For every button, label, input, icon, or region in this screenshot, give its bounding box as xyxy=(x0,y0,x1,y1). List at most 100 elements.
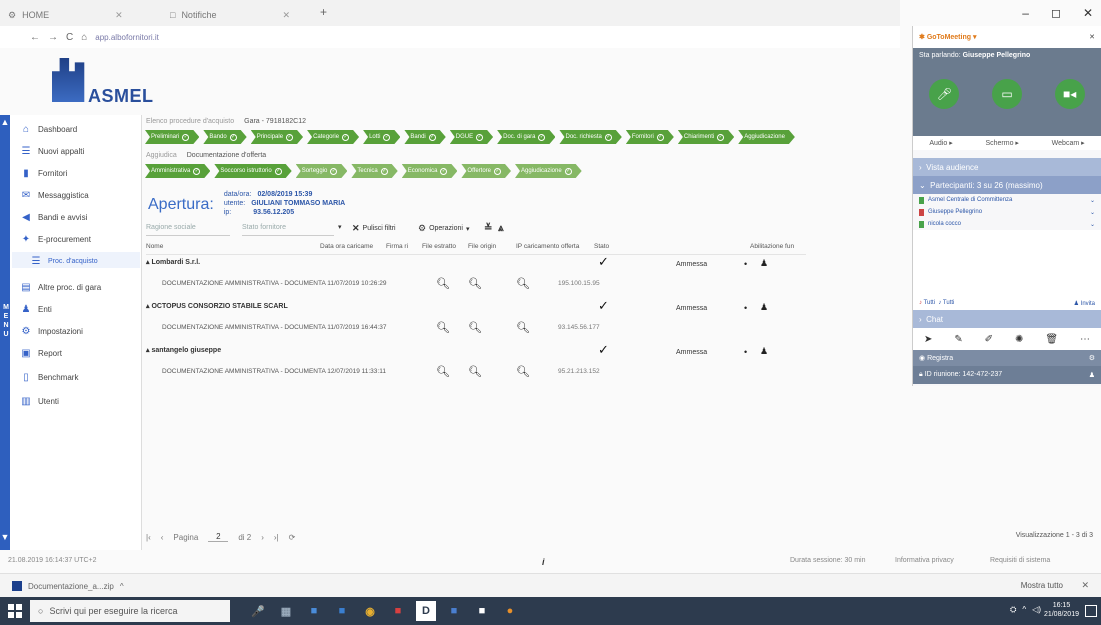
more-icon[interactable]: ⋯ xyxy=(1080,334,1090,345)
stato-select[interactable]: Stato fornitore xyxy=(242,224,334,236)
menu-item-impostazioni[interactable]: ⚙ Impostazioni xyxy=(20,321,83,341)
reload-icon[interactable]: C xyxy=(66,32,73,43)
menu-item-eprocurement[interactable]: ✦ E-procurement xyxy=(20,229,91,249)
search-icon[interactable]: 🔍︎ xyxy=(436,321,450,334)
search-icon[interactable]: 🔍︎ xyxy=(516,277,530,290)
operations-button[interactable]: ⚙ Operazioni ▾ xyxy=(418,223,469,234)
collapse-all-icon[interactable]: ⩓ xyxy=(498,223,504,234)
participants-section[interactable]: ⌄ Partecipanti: 3 su 26 (massimo) xyxy=(913,176,1101,194)
menu-item-utenti[interactable]: ▥ Utenti xyxy=(20,391,59,411)
user-icon[interactable]: ♟ xyxy=(760,302,768,313)
app-red-icon[interactable]: ■ xyxy=(388,601,408,621)
search-icon[interactable]: 🔍︎ xyxy=(516,365,530,378)
app-d-icon[interactable]: D xyxy=(416,601,436,621)
trash-icon[interactable]: 🗑︎ xyxy=(1045,334,1058,345)
col-firma[interactable]: Firma ri xyxy=(386,243,408,250)
close-icon[interactable]: ✕ xyxy=(1089,33,1095,41)
prev-page-button[interactable]: ‹ xyxy=(161,533,164,542)
invite-button[interactable]: ♟ Invita xyxy=(1074,300,1095,307)
back-icon[interactable]: ← xyxy=(30,32,40,43)
windows-start-icon[interactable] xyxy=(8,604,22,618)
microphone-icon[interactable]: 🎤 xyxy=(248,601,268,621)
menu-item-bandi[interactable]: ◀ Bandi e avvisi xyxy=(20,207,87,227)
step-fornitori[interactable]: Fornitori ✓ xyxy=(626,130,674,144)
breadcrumb-parent[interactable]: Aggiudica xyxy=(146,152,177,159)
pen-icon[interactable]: ✎ xyxy=(954,334,962,345)
col-data[interactable]: Data ora caricame xyxy=(320,243,373,250)
step-dgue[interactable]: DGUE ✓ xyxy=(450,130,493,144)
scroll-down-icon[interactable]: ▼ xyxy=(0,532,10,548)
maximize-button[interactable]: ◻ xyxy=(1051,6,1061,20)
forward-icon[interactable]: → xyxy=(48,32,58,43)
taskbar-search[interactable]: ○ Scrivi qui per eseguire la ricerca xyxy=(30,600,230,622)
menu-collapse-bar[interactable]: ▲ MENU ▼ xyxy=(0,115,10,550)
participant-row[interactable]: nicola cocco ⌄ xyxy=(913,218,1101,230)
webcam-menu[interactable]: Webcam ▸ xyxy=(1052,139,1085,147)
screen-menu[interactable]: Schermo ▸ xyxy=(985,139,1018,147)
home-icon[interactable]: ⌂ xyxy=(81,32,87,43)
notification-icon[interactable] xyxy=(1085,605,1097,617)
col-ip[interactable]: IP caricamento offerta xyxy=(516,243,579,250)
step-sorteggio[interactable]: Sorteggio ✓ xyxy=(296,164,348,178)
col-file-origin[interactable]: File origin xyxy=(468,243,496,250)
menu-item-fornitori[interactable]: ▮ Fornitori xyxy=(20,163,67,183)
search-icon[interactable]: 🔍︎ xyxy=(468,277,482,290)
mute-all-button[interactable]: ♪ Tutti ♪ Tutti xyxy=(919,300,954,306)
table-group-row[interactable]: ▴ santangelo giuseppe ✓ Ammessa • ♟ xyxy=(146,342,806,360)
menu-item-proc-acquisto[interactable]: ☰ Proc. d'acquisto xyxy=(30,251,98,271)
menu-item-dashboard[interactable]: ⌂ Dashboard xyxy=(20,119,77,139)
step-offertore[interactable]: Offertore ✓ xyxy=(461,164,511,178)
minimize-button[interactable]: – xyxy=(1022,6,1029,20)
search-icon[interactable]: 🔍︎ xyxy=(468,365,482,378)
step-aggiudicazione-2[interactable]: Aggiudicazione ✓ xyxy=(515,164,582,178)
app-white-icon[interactable]: ■ xyxy=(472,601,492,621)
menu-item-report[interactable]: ▣ Report xyxy=(20,343,62,363)
volume-icon[interactable]: ◁) xyxy=(1032,605,1041,615)
step-bando[interactable]: Bando ✓ xyxy=(203,130,246,144)
next-page-button[interactable]: › xyxy=(261,533,264,542)
pointer-icon[interactable]: ➤ xyxy=(924,334,932,345)
step-doc-gara[interactable]: Doc. di gara ✓ xyxy=(497,130,555,144)
chevron-up-icon[interactable]: ^ xyxy=(120,582,124,591)
menu-item-benchmark[interactable]: ▯ Benchmark xyxy=(20,367,78,387)
table-group-row[interactable]: ▴ Lombardi S.r.l. ✓ Ammessa • ♟ xyxy=(146,254,806,272)
close-icon[interactable]: ✕ xyxy=(1081,580,1089,591)
step-aggiudicazione[interactable]: Aggiudicazione xyxy=(738,130,795,144)
highlighter-icon[interactable]: ✐ xyxy=(985,334,993,345)
gtm-brand[interactable]: ✱ GoToMeeting ▾ xyxy=(919,33,976,41)
expand-all-icon[interactable]: ≚ xyxy=(484,223,492,234)
step-preliminari[interactable]: Preliminari ✓ xyxy=(145,130,199,144)
store-icon[interactable]: ■ xyxy=(332,601,352,621)
audio-menu[interactable]: Audio ▸ xyxy=(929,139,952,147)
privacy-link[interactable]: Informativa privacy xyxy=(895,557,954,564)
col-file-estratto[interactable]: File estratto xyxy=(422,243,456,250)
info-icon[interactable]: i xyxy=(542,557,545,567)
person-icon[interactable]: ♟ xyxy=(1089,371,1095,379)
tab-close-icon[interactable]: ✕ xyxy=(282,10,290,21)
menu-item-enti[interactable]: ♟ Enti xyxy=(20,299,52,319)
step-soccorso[interactable]: Soccorso istruttorio ✓ xyxy=(214,164,291,178)
menu-item-altre-proc[interactable]: ▤ Altre proc. di gara xyxy=(20,277,101,297)
search-icon[interactable]: 🔍︎ xyxy=(436,365,450,378)
search-icon[interactable]: 🔍︎ xyxy=(436,277,450,290)
last-page-button[interactable]: ›| xyxy=(274,533,279,542)
chrome-icon[interactable]: ◉ xyxy=(360,601,380,621)
table-row[interactable]: DOCUMENTAZIONE AMMINISTRATIVA - DOCUMENT… xyxy=(146,366,806,382)
chevron-down-icon[interactable]: ▾ xyxy=(338,223,342,231)
spotlight-icon[interactable]: ✺ xyxy=(1015,334,1023,345)
search-icon[interactable]: 🔍︎ xyxy=(516,321,530,334)
menu-item-messaggistica[interactable]: ✉ Messaggistica xyxy=(20,185,89,205)
show-all-button[interactable]: Mostra tutto xyxy=(1021,581,1063,590)
col-stato[interactable]: Stato xyxy=(594,243,609,250)
search-input[interactable]: Ragione sociale xyxy=(146,224,230,236)
breadcrumb-parent[interactable]: Elenco procedure d'acquisto xyxy=(146,118,234,125)
clear-filters-button[interactable]: ✕ Pulisci filtri xyxy=(352,223,396,234)
record-row[interactable]: ◉ Registra ⚙ xyxy=(913,350,1101,366)
screen-icon[interactable]: ▭ xyxy=(991,79,1022,109)
user-icon[interactable]: ♟ xyxy=(760,346,768,357)
search-icon[interactable]: 🔍︎ xyxy=(468,321,482,334)
col-nome[interactable]: Nome xyxy=(146,243,163,250)
table-row[interactable]: DOCUMENTAZIONE AMMINISTRATIVA - DOCUMENT… xyxy=(146,322,806,338)
step-categorie[interactable]: Categorie ✓ xyxy=(307,130,359,144)
microphone-icon[interactable]: 🎤︎ xyxy=(929,79,960,109)
